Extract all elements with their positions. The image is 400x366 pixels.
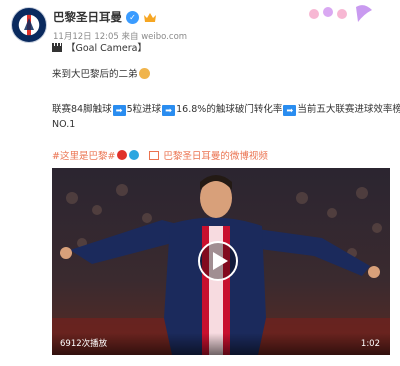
verified-icon: ✓: [126, 10, 139, 24]
video-source-link[interactable]: 巴黎圣日耳曼的微博视频: [163, 151, 268, 162]
post-links-line: #这里是巴黎# 巴黎圣日耳曼的微博视频: [52, 150, 268, 164]
video-player[interactable]: 6912次播放 1:02: [52, 168, 390, 355]
psg-logo-icon: [13, 9, 45, 41]
muscle-emoji-icon: [138, 68, 150, 79]
blue-circle-emoji-icon: [129, 150, 140, 160]
topic-link[interactable]: #这里是巴黎#: [52, 151, 115, 162]
clapper-icon: [52, 43, 62, 52]
post-line-2: 来到大巴黎后的二弟: [52, 68, 150, 82]
play-icon[interactable]: [198, 241, 238, 281]
arrow-icon: ➡: [283, 105, 297, 116]
red-circle-emoji-icon: [117, 150, 128, 160]
decoration-sticker-icon: [309, 5, 372, 22]
video-link-icon: [149, 151, 160, 160]
username-link[interactable]: 巴黎圣日耳曼: [53, 9, 122, 25]
arrow-icon: ➡: [112, 105, 126, 116]
video-duration: 1:02: [360, 339, 380, 349]
post-stats-line-2: NO.1: [52, 119, 76, 130]
post-meta: 11月12日 12:05 来自 weibo.com: [53, 32, 188, 42]
post-stats-line: 联赛84脚触球 ➡ 5粒进球 ➡ 16.8%的触球破门转化率 ➡ 当前五大联赛进球效率榜: [52, 104, 400, 116]
play-count: 6912次播放: [60, 339, 108, 349]
avatar[interactable]: [11, 7, 47, 43]
post-title-line: 【Goal Camera】: [52, 42, 147, 56]
member-crown-icon[interactable]: [143, 11, 157, 23]
arrow-icon: ➡: [162, 105, 176, 116]
